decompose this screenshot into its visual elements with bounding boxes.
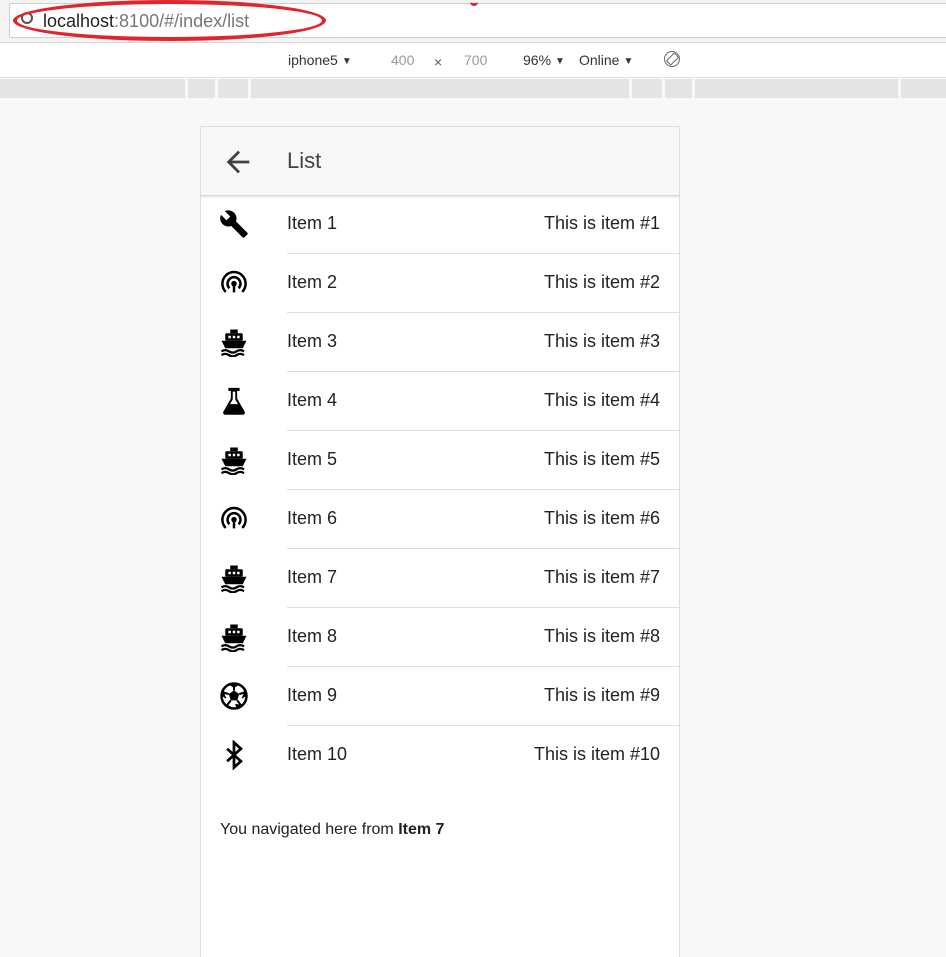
ship-icon [219, 622, 249, 653]
ruler-divider [185, 79, 188, 98]
ruler-divider [692, 79, 695, 98]
wifi-broadcast-icon [219, 504, 249, 534]
list-item[interactable]: Item 6 This is item #6 [201, 490, 679, 549]
list-item-label: Item 9 [287, 685, 338, 705]
device-name: iphone5 [288, 52, 338, 68]
browser-address-bar: localhost:8100/#/index/list [0, 0, 946, 43]
ship-icon [219, 563, 249, 594]
list-item-label: Item 5 [287, 449, 338, 469]
dimension-separator: × [434, 54, 443, 70]
list-item[interactable]: Item 1 This is item #1 [201, 195, 679, 254]
list-item-label: Item 2 [287, 272, 338, 292]
back-button[interactable] [221, 145, 255, 179]
list-item[interactable]: Item 4 This is item #4 [201, 372, 679, 431]
viewport-height-input[interactable]: 700 [464, 52, 487, 68]
annotation-oval [13, 0, 326, 41]
item-list: Item 1 This is item #1 Item 2 This is item … [201, 195, 679, 785]
list-item-note: This is item #10 [533, 744, 660, 764]
ruler-divider [662, 79, 665, 98]
list-item-note: This is item #7 [543, 567, 660, 587]
list-item-note: This is item #9 [543, 685, 660, 705]
rotate-icon[interactable] [664, 51, 680, 67]
ruler-divider [215, 79, 218, 98]
zoom-select[interactable]: 96% ▼ [523, 52, 565, 68]
navigation-message-prefix: You navigated here from [220, 821, 399, 838]
list-item-label: Item 8 [287, 626, 338, 646]
chevron-down-icon: ▼ [341, 56, 352, 67]
network-value: Online [579, 52, 620, 68]
list-item[interactable]: Item 3 This is item #3 [201, 313, 679, 372]
phone-viewport: List Item 1 This is item #1 Item 2 This is … [200, 126, 680, 957]
list-item[interactable]: Item 9 This is item #9 [201, 667, 679, 726]
list-item-note: This is item #3 [543, 331, 660, 351]
chevron-down-icon: ▼ [623, 56, 634, 67]
list-item-note: This is item #8 [543, 626, 660, 646]
football-icon [219, 681, 249, 711]
device-select[interactable]: iphone5 ▼ [288, 52, 352, 68]
list-item[interactable]: Item 5 This is item #5 [201, 431, 679, 490]
network-select[interactable]: Online ▼ [579, 52, 633, 68]
device-toolbar: iphone5 ▼ 400 × 700 96% ▼ Online ▼ [0, 43, 946, 78]
list-item[interactable]: Item 10 This is item #10 [201, 726, 679, 785]
list-item-note: This is item #2 [543, 272, 660, 292]
list-item-label: Item 7 [287, 567, 338, 587]
list-item-label: Item 10 [287, 744, 348, 764]
list-item[interactable]: Item 2 This is item #2 [201, 254, 679, 313]
list-item-label: Item 1 [287, 213, 338, 233]
list-item[interactable]: Item 8 This is item #8 [201, 608, 679, 667]
chevron-down-icon: ▼ [555, 56, 565, 67]
ruler-divider [629, 79, 632, 98]
wifi-broadcast-icon [219, 268, 249, 298]
page-title: List [287, 148, 322, 173]
ship-icon [219, 327, 249, 358]
zoom-value: 96% [523, 52, 552, 68]
viewport-width-input[interactable]: 400 [391, 52, 414, 68]
list-item-label: Item 3 [287, 331, 338, 351]
flask-icon [219, 386, 249, 416]
list-item-label: Item 4 [287, 390, 338, 410]
ruler-divider [248, 79, 251, 98]
list-item-note: This is item #4 [543, 390, 660, 410]
list-item-note: This is item #1 [543, 213, 660, 233]
arrow-back-icon [226, 150, 250, 174]
bluetooth-icon [219, 739, 249, 771]
navigation-message: You navigated here from Item 7 [220, 819, 444, 841]
list-item-label: Item 6 [287, 508, 338, 528]
list-item-note: This is item #6 [543, 508, 660, 528]
wrench-icon [219, 209, 249, 239]
list-item-note: This is item #5 [543, 449, 660, 469]
list-item[interactable]: Item 7 This is item #7 [201, 549, 679, 608]
ship-icon [219, 445, 249, 476]
navigation-source-item: Item 7 [398, 821, 445, 838]
app-toolbar: List [201, 127, 679, 196]
ruler-divider [898, 79, 901, 98]
media-query-ruler[interactable] [0, 79, 946, 98]
